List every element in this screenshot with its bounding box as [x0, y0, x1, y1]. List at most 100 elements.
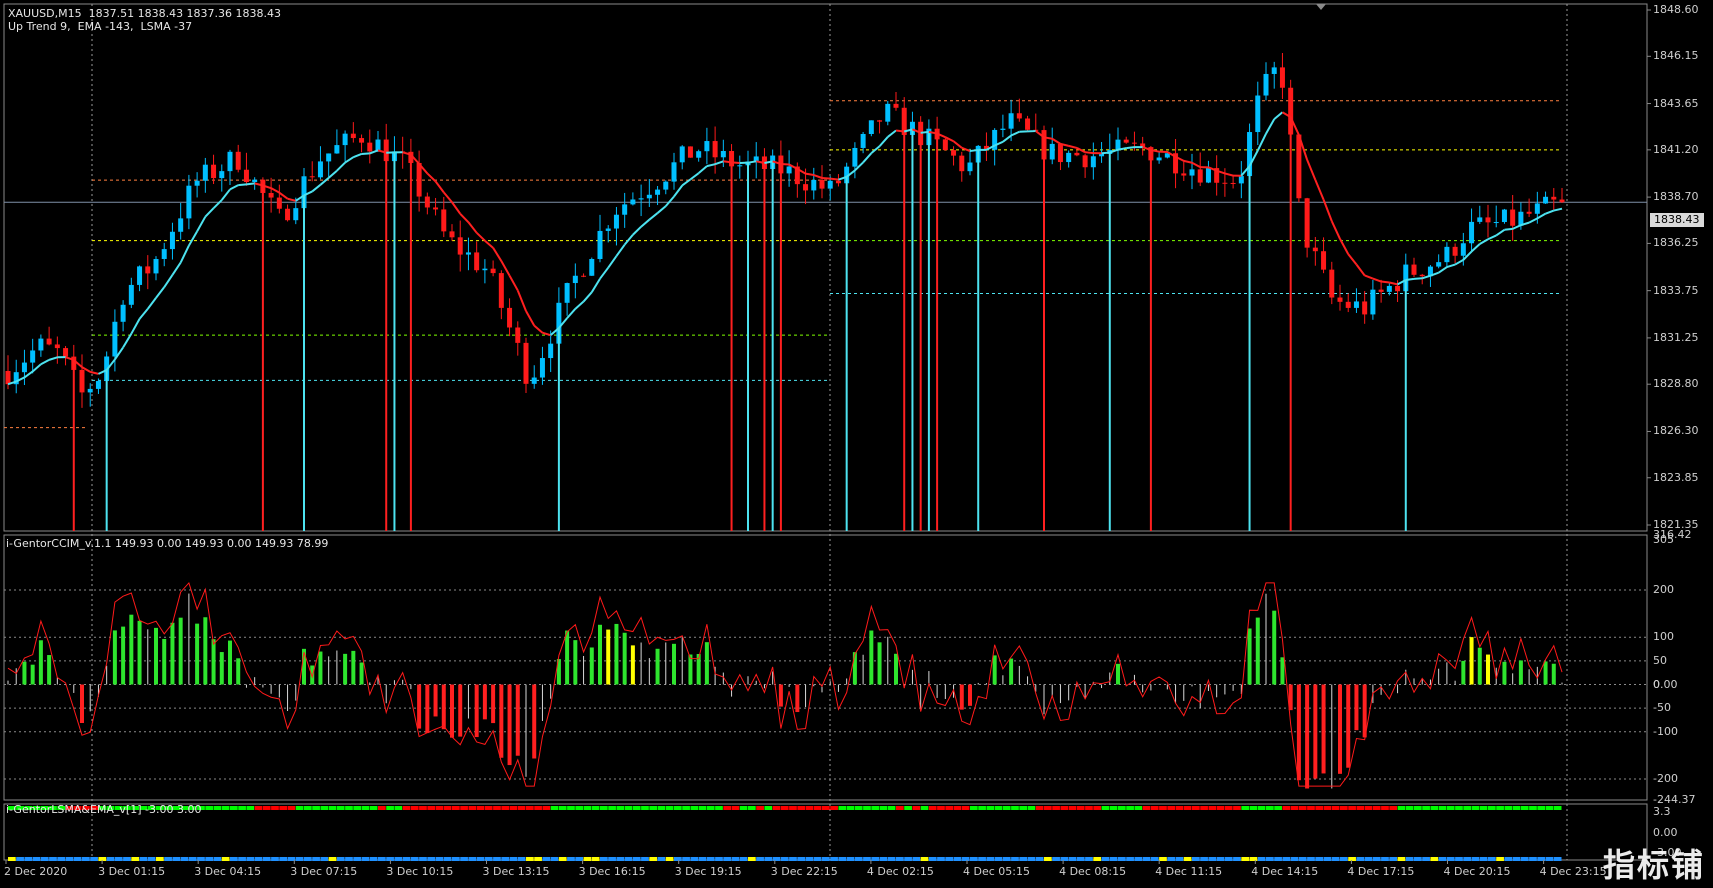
cci-bar — [837, 684, 839, 692]
lsma-signal-dot — [1405, 806, 1414, 810]
trend-line-segment — [648, 212, 659, 221]
trend-line-segment — [747, 160, 757, 164]
cci-bar — [211, 639, 216, 685]
cci-bar — [450, 684, 454, 738]
trend-line-segment — [204, 207, 215, 218]
candle-body — [334, 145, 340, 154]
lsma-signal-dot — [641, 806, 649, 810]
candle-body — [54, 344, 60, 349]
candle-body — [507, 307, 513, 328]
candle-body — [646, 194, 652, 199]
ema-signal-dot — [82, 857, 90, 861]
lsma-signal-dot — [230, 806, 238, 810]
ema-signal-dot — [542, 857, 551, 861]
candle-body — [1082, 155, 1088, 168]
candle-body — [1501, 209, 1507, 223]
ema-signal-dot — [550, 857, 559, 861]
cci-bar — [772, 671, 774, 685]
candle-body — [1321, 251, 1327, 270]
ema-signal-dot — [32, 857, 41, 861]
ema-signal-dot — [1340, 857, 1348, 861]
trend-line-segment — [48, 356, 58, 361]
trend-line-segment — [1339, 238, 1350, 255]
cci-bar — [1313, 684, 1318, 779]
chart-canvas[interactable] — [0, 0, 1713, 888]
trend-line-segment — [171, 261, 182, 276]
ema-signal-dot — [90, 857, 98, 861]
candle-body — [243, 169, 249, 183]
cci-bar — [1247, 628, 1252, 685]
ema-signal-dot — [517, 857, 526, 861]
ema-signal-dot — [131, 857, 140, 861]
cci-bar — [606, 629, 611, 685]
candle-body — [21, 362, 27, 373]
lsma-signal-dot — [558, 806, 567, 810]
candle-body — [112, 321, 118, 357]
ema-signal-dot — [1126, 857, 1134, 861]
candle-body — [515, 327, 521, 343]
candle-body — [1222, 182, 1228, 184]
lsma-signal-dot — [221, 806, 230, 810]
ema-signal-dot — [600, 857, 608, 861]
ema-signal-dot — [468, 857, 477, 861]
ema-signal-dot — [1331, 857, 1340, 861]
cci-bar — [195, 623, 200, 685]
cci-bar — [270, 684, 272, 694]
cci-bar — [507, 684, 512, 766]
ema-signal-dot — [1274, 857, 1282, 861]
trend-line-segment — [336, 161, 346, 172]
time-axis-label: 3 Dec 07:15 — [290, 865, 358, 878]
candle-body — [663, 181, 669, 190]
lsma-signal-dot — [1529, 806, 1537, 810]
ema-signal-dot — [336, 857, 345, 861]
ema-signal-dot — [49, 857, 57, 861]
lsma-signal-dot — [871, 806, 880, 810]
candle-body — [1057, 143, 1063, 163]
trend-line-segment — [196, 216, 207, 232]
trend-line-segment — [599, 267, 610, 280]
ema-signal-dot — [1323, 857, 1332, 861]
lsma-signal-dot — [1504, 806, 1513, 810]
lsma-signal-dot — [1496, 806, 1504, 810]
ema-signal-dot — [575, 857, 584, 861]
lsma-signal-dot — [1298, 806, 1307, 810]
ema-signal-dot — [40, 857, 49, 861]
lsma-signal-dot — [616, 806, 625, 810]
ema-signal-dot — [789, 857, 797, 861]
candle-body — [293, 208, 299, 221]
cci-bar — [614, 623, 619, 685]
trend-line-segment — [238, 183, 247, 187]
ema-signal-dot — [312, 857, 320, 861]
cci-bar — [245, 684, 247, 688]
lsma-signal-dot — [1414, 806, 1422, 810]
cci-bar — [541, 684, 543, 721]
candle-body — [1123, 139, 1129, 143]
candle-body — [276, 197, 282, 209]
time-axis-label: 3 Dec 19:15 — [674, 865, 742, 878]
ema-signal-dot — [1405, 857, 1414, 861]
candle-body — [474, 252, 480, 271]
lsma-signal-dot — [328, 806, 337, 810]
candle-body — [449, 231, 455, 238]
cci-bar — [515, 684, 520, 756]
trend-line-segment — [714, 160, 724, 166]
lsma-signal-dot — [920, 806, 929, 810]
ema-signal-dot — [756, 857, 764, 861]
trend-line-segment — [270, 187, 280, 194]
cci-bar — [410, 684, 412, 690]
lsma-signal-dot — [1233, 806, 1241, 810]
candle-body — [482, 268, 488, 271]
candle-body — [531, 377, 537, 384]
time-axis-label: 4 Dec 08:15 — [1059, 865, 1127, 878]
cci-bar — [1305, 684, 1310, 789]
cci-bar — [1272, 610, 1277, 685]
lsma-signal-dot — [1159, 806, 1167, 810]
cci-axis-label: 305 — [1653, 533, 1674, 547]
chart-window[interactable]: XAUUSD,M15 1837.51 1838.43 1837.36 1838.… — [0, 0, 1713, 888]
candle-body — [169, 231, 175, 250]
lsma-signal-dot — [1356, 806, 1365, 810]
candle-body — [1386, 285, 1392, 292]
candle-body — [1452, 246, 1458, 256]
cci-bar — [565, 630, 570, 685]
ema-signal-dot — [1060, 857, 1069, 861]
